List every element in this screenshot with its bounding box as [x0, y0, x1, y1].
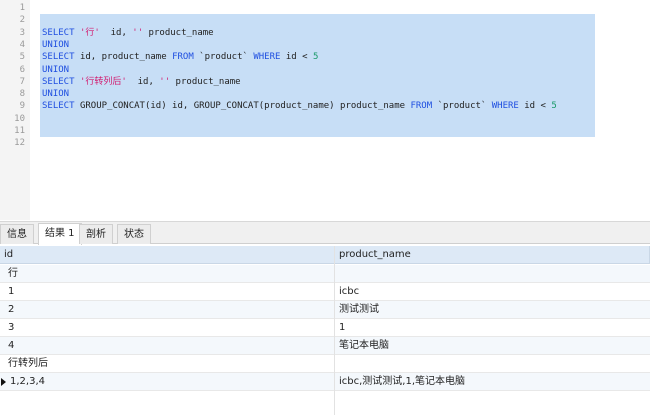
sql-string: '行' [79, 28, 100, 38]
result-tab-bar: 信息 结果 1 剖析 状态 [0, 221, 650, 245]
sql-number: 5 [312, 52, 319, 62]
sql-keyword: SELECT [42, 28, 80, 38]
cell-product-name[interactable]: 测试测试 [335, 301, 645, 319]
sql-keyword: UNION [42, 89, 70, 99]
cell-product-name[interactable]: icbc [335, 283, 645, 301]
sql-text: product_name [170, 77, 241, 87]
code-line[interactable]: UNION [42, 88, 69, 100]
table-row[interactable]: 2 测试测试 [0, 301, 650, 319]
sql-editor[interactable]: 1 2 3 4 5 6 7 8 9 10 11 12 SELECT '行' id, '' produc… [0, 0, 650, 220]
line-number: 7 [19, 77, 25, 87]
table-row[interactable]: 1 icbc [0, 283, 650, 301]
cell-id[interactable]: 1,2,3,4 [6, 373, 326, 391]
line-number: 3 [19, 28, 25, 38]
sql-text: product_name [143, 28, 214, 38]
sql-text: GROUP_CONCAT(id) id, GROUP_CONCAT(produc… [79, 101, 411, 111]
tab-profile[interactable]: 剖析 [79, 224, 113, 244]
line-number: 9 [19, 101, 25, 111]
code-line[interactable]: SELECT id, product_name FROM `product` W… [42, 51, 318, 63]
code-line[interactable]: UNION [42, 64, 69, 76]
cell-product-name[interactable]: 1 [335, 319, 645, 337]
line-number: 4 [19, 40, 25, 50]
code-line[interactable]: UNION [42, 39, 69, 51]
cell-id[interactable]: 行 [4, 265, 324, 283]
line-number: 12 [14, 138, 25, 148]
tab-status[interactable]: 状态 [117, 224, 151, 244]
line-number-gutter: 1 2 3 4 5 6 7 8 9 10 11 12 [0, 0, 30, 220]
sql-keyword: UNION [42, 40, 70, 50]
sql-keyword: SELECT [42, 101, 80, 111]
code-line[interactable]: SELECT '行转列后' id, '' product_name [42, 76, 241, 88]
line-number: 11 [14, 126, 25, 136]
code-line[interactable]: SELECT GROUP_CONCAT(id) id, GROUP_CONCAT… [42, 100, 557, 112]
sql-text: id < [524, 101, 552, 111]
sql-text: id, product_name [79, 52, 173, 62]
tab-info[interactable]: 信息 [0, 224, 34, 244]
sql-number: 5 [551, 101, 557, 111]
sql-keyword: FROM [172, 52, 200, 62]
cell-id[interactable]: 4 [4, 337, 324, 355]
sql-string: '行转列后' [79, 77, 127, 87]
result-grid[interactable]: id product_name 行 1 icbc 2 测试测试 3 1 4 笔记本电脑 行转列后 1… [0, 246, 650, 415]
line-number: 1 [19, 3, 25, 13]
sql-string: '' [159, 77, 171, 87]
cell-product-name[interactable]: icbc,测试测试,1,笔记本电脑 [335, 373, 645, 391]
cell-id[interactable]: 1 [4, 283, 324, 301]
table-row[interactable]: 31 [0, 319, 650, 337]
column-divider [334, 246, 335, 415]
sql-text: `product` [199, 52, 254, 62]
sql-keyword: SELECT [42, 77, 80, 87]
table-row[interactable]: 4 笔记本电脑 [0, 337, 650, 355]
sql-keyword: UNION [42, 65, 70, 75]
cell-product-name[interactable] [335, 265, 645, 283]
table-row[interactable]: 行 [0, 265, 650, 283]
line-number: 2 [19, 15, 25, 25]
cell-id[interactable]: 行转列后 [4, 355, 324, 373]
sql-keyword: FROM [410, 101, 438, 111]
line-number: 8 [19, 89, 25, 99]
line-number: 6 [19, 65, 25, 75]
cell-product-name[interactable]: 笔记本电脑 [335, 337, 645, 355]
sql-text: id < [285, 52, 313, 62]
table-row[interactable]: 1,2,3,4 icbc,测试测试,1,笔记本电脑 [0, 373, 650, 391]
sql-keyword: WHERE [491, 101, 525, 111]
line-number: 5 [19, 52, 25, 62]
cell-id[interactable]: 2 [4, 301, 324, 319]
sql-text: id, [126, 77, 160, 87]
line-number: 10 [14, 114, 25, 124]
sql-keyword: WHERE [253, 52, 286, 62]
cell-id[interactable]: 3 [4, 319, 324, 337]
column-header-id[interactable]: id [0, 246, 335, 264]
sql-string: '' [132, 28, 144, 38]
column-header-product-name[interactable]: product_name [335, 246, 650, 264]
sql-text: `product` [437, 101, 492, 111]
sql-text: id, [99, 28, 133, 38]
code-line[interactable]: SELECT '行' id, '' product_name [42, 27, 214, 39]
tab-result-1[interactable]: 结果 1 [38, 223, 82, 245]
table-row[interactable]: 行转列后 [0, 355, 650, 373]
cell-product-name[interactable] [335, 355, 645, 373]
sql-keyword: SELECT [42, 52, 80, 62]
